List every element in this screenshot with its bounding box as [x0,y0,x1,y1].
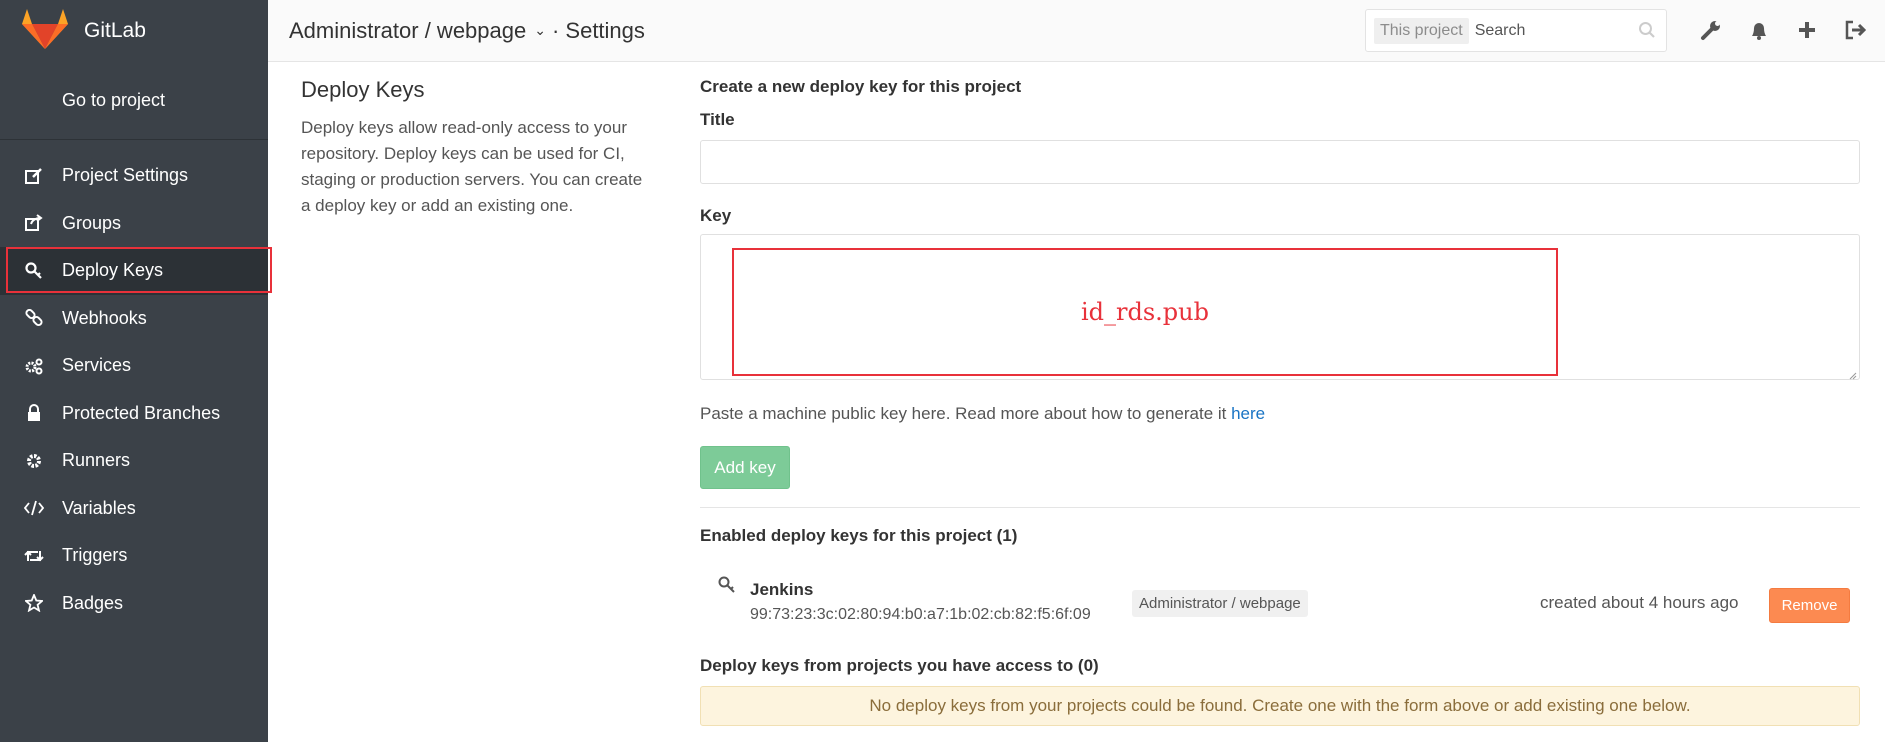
gitlab-logo-icon [22,8,68,54]
divider [700,507,1860,508]
code-icon [22,496,46,520]
sidebar-item-label: Triggers [62,545,128,566]
key-textarea[interactable]: id_rds.pub [700,234,1860,380]
resize-grip-icon[interactable] [1847,367,1857,380]
search-box: This project [1365,9,1667,52]
sidebar-item-label: Badges [62,592,124,613]
title-label: Title [700,110,735,129]
sidebar-item-project-settings[interactable]: Project Settings [0,152,268,200]
search-input[interactable] [1474,21,1635,40]
chevron-down-icon[interactable]: ⌄ [534,22,546,39]
brand[interactable]: GitLab [0,0,268,62]
sidebar-item-groups[interactable]: Groups [0,200,268,248]
key-annotation-text: id_rds.pub [1080,298,1209,326]
intro-panel: Deploy Keys Deploy keys allow read-only … [301,77,651,219]
top-header: Administrator / webpage ⌄ · Settings Thi… [268,0,1885,62]
retweet-icon [22,544,46,568]
sidebar-item-label: Protected Branches [62,402,221,423]
create-key-heading: Create a new deploy key for this project [700,77,1022,96]
lock-icon [22,401,46,425]
breadcrumb-section: · Settings [551,17,645,43]
search-icon[interactable] [1638,21,1656,44]
sidebar-item-label: Project Settings [62,165,189,186]
sidebar-item-services[interactable]: Services [0,342,268,390]
sidebar: GitLab Go to project Project Settings Gr… [0,0,272,742]
key-icon [22,259,46,283]
bell-icon[interactable] [1746,16,1772,44]
deploy-key-row: Jenkins 99:73:23:3c:02:80:94:b0:a7:1b:02… [700,556,1860,636]
key-icon [718,576,736,599]
sidebar-item-protected-branches[interactable]: Protected Branches [0,390,268,438]
breadcrumb-project-link[interactable]: Administrator / webpage [289,18,526,44]
sidebar-item-webhooks[interactable]: Webhooks [0,295,268,343]
sidebar-item-label: Deploy Keys [62,260,164,281]
sidebar-item-label: Services [62,355,132,376]
enabled-keys-heading: Enabled deploy keys for this project (1) [700,526,1018,545]
sidebar-item-label: Webhooks [62,307,147,328]
main-content: Deploy Keys Deploy keys allow read-only … [268,62,1885,742]
go-to-project-link[interactable]: Go to project [0,62,268,140]
cog-icon [22,449,46,473]
plus-icon[interactable] [1794,16,1820,44]
remove-key-button[interactable]: Remove [1769,588,1850,623]
deploy-key-fingerprint: 99:73:23:3c:02:80:94:b0:a7:1b:02:cb:82:f… [750,606,1091,623]
key-hint-text: Paste a machine public key here. Read mo… [700,404,1232,423]
link-icon [22,306,46,330]
sign-out-icon[interactable] [1842,16,1868,44]
generate-key-link[interactable]: here [1231,404,1265,423]
wrench-icon[interactable] [1698,16,1724,44]
page-description: Deploy keys allow read-only access to yo… [301,118,643,215]
search-scope-badge[interactable]: This project [1374,17,1469,44]
header-actions [1698,16,1868,44]
share-icon [22,211,46,235]
deploy-key-created: created about 4 hours ago [1540,593,1739,612]
key-label: Key [700,206,732,225]
cogs-icon [22,354,46,378]
sidebar-item-triggers[interactable]: Triggers [0,532,268,580]
page-title: Deploy Keys [301,77,425,102]
sidebar-item-label: Runners [62,450,131,471]
key-annotation-box: id_rds.pub [732,248,1558,376]
sidebar-item-badges[interactable]: Badges [0,580,268,628]
sidebar-item-runners[interactable]: Runners [0,437,268,485]
star-icon [22,591,46,615]
accessible-keys-heading: Deploy keys from projects you have acces… [700,656,1099,675]
no-keys-alert: No deploy keys from your projects could … [700,686,1860,726]
brand-name: GitLab [84,19,146,42]
sidebar-item-deploy-keys[interactable]: Deploy Keys [0,247,272,295]
deploy-key-project-badge[interactable]: Administrator / webpage [1132,590,1308,617]
sidebar-nav: Project Settings Groups Deploy Keys Webh… [0,140,272,628]
key-hint: Paste a machine public key here. Read mo… [700,404,1860,424]
add-key-button[interactable]: Add key [700,446,790,489]
breadcrumb: Administrator / webpage ⌄ · Settings [268,18,645,44]
deploy-key-form-panel: Create a new deploy key for this project… [700,77,1860,726]
title-input[interactable] [700,140,1860,184]
sidebar-item-label: Variables [62,497,136,518]
sidebar-item-label: Groups [62,212,122,233]
deploy-key-name: Jenkins [750,580,814,599]
edit-icon [22,164,46,188]
sidebar-item-variables[interactable]: Variables [0,485,268,533]
